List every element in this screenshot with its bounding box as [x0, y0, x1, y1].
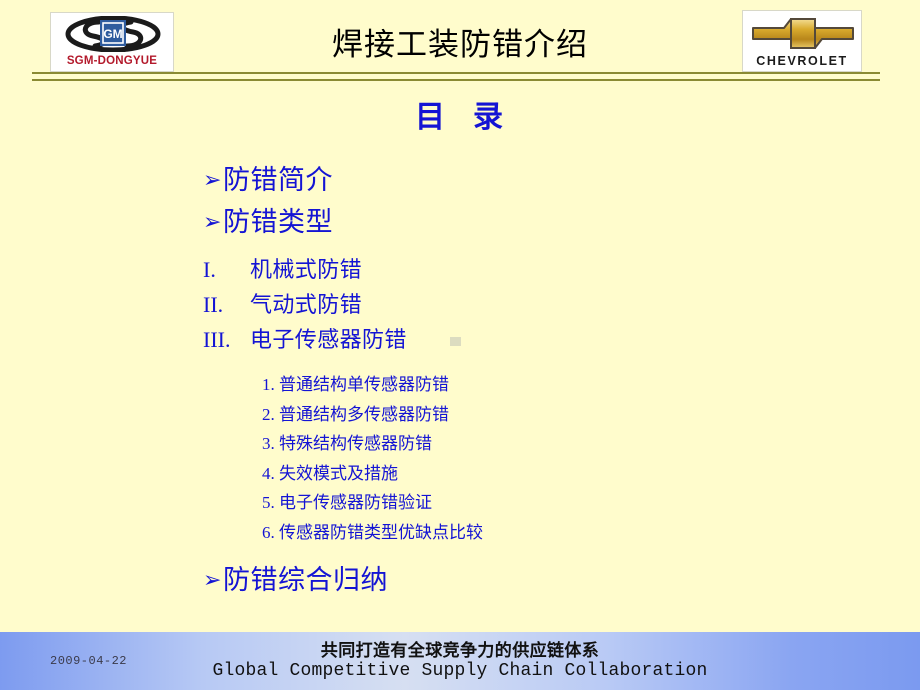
toc-subitem-label: 传感器防错类型优缺点比较: [279, 522, 483, 543]
toc-item-fangcuo-jianjie[interactable]: ➢防错简介: [0, 160, 920, 202]
toc-subitem-marker: 2.: [262, 404, 275, 424]
toc-heading-char-2: 录: [473, 100, 505, 135]
toc-subitem-label: 电子传感器防错验证: [279, 493, 432, 513]
toc-item-fangcuo-zonghe-guina[interactable]: ➢防错综合归纳: [0, 560, 920, 602]
sgm-dongyue-logo: GM SGM-DONGYUE: [50, 12, 174, 72]
toc-subitem-label: 普通结构多传感器防错: [279, 404, 449, 425]
header-divider-line-bottom: [32, 79, 880, 81]
arrow-bullet-icon: ➢: [203, 568, 222, 593]
footer-slogan-chinese: 共同打造有全球竞争力的供应链体系: [320, 641, 600, 661]
toc-item-label: 气动式防错: [250, 293, 363, 318]
toc-subitem-6[interactable]: 6. 传感器防错类型优缺点比较: [0, 518, 920, 548]
toc-subitem-marker: 3.: [262, 434, 275, 453]
chevrolet-bowtie-icon: [752, 18, 854, 49]
gm-swirl-icon: GM: [65, 16, 161, 52]
toc-item-label: 机械式防错: [250, 258, 363, 283]
toc-subitem-1[interactable]: 1. 普通结构单传感器防错: [0, 370, 920, 400]
toc-subitem-label: 失效模式及措施: [279, 463, 398, 484]
toc-spacer: [0, 547, 920, 560]
toc-subitem-5[interactable]: 5. 电子传感器防错验证: [0, 488, 920, 518]
arrow-bullet-icon: ➢: [203, 168, 222, 193]
toc-item-marker: I.: [203, 257, 216, 282]
presentation-slide: GM SGM-DONGYUE 焊接工装防错介绍 CHEVROLET 目 录 ➢防…: [0, 0, 920, 690]
toc-item-marker: III.: [203, 327, 231, 352]
slide-header: GM SGM-DONGYUE 焊接工装防错介绍 CHEVROLET: [0, 0, 920, 82]
toc-spacer: [0, 244, 920, 252]
chevrolet-logo-text: CHEVROLET: [756, 54, 848, 68]
arrow-bullet-icon: ➢: [203, 210, 222, 235]
slide-footer: 2009-04-22 共同打造有全球竞争力的供应链体系 Global Compe…: [0, 632, 920, 690]
toc-heading-char-1: 目: [415, 100, 447, 135]
sgm-dongyue-logo-text: SGM-DONGYUE: [66, 55, 158, 67]
toc-item-label: 防错简介: [223, 165, 333, 196]
footer-slogan-english: Global Competitive Supply Chain Collabor…: [212, 661, 708, 681]
toc-subitem-label: 普通结构单传感器防错: [279, 375, 449, 395]
toc-item-marker: II.: [203, 292, 224, 317]
toc-item-label: 防错类型: [223, 207, 333, 238]
toc-subitem-marker: 6.: [262, 522, 275, 542]
chevrolet-logo: CHEVROLET: [742, 10, 862, 72]
toc-item-label: 电子传感器防错: [250, 328, 407, 353]
toc-spacer: [0, 357, 920, 370]
svg-text:GM: GM: [103, 27, 122, 41]
table-of-contents: ➢防错简介 ➢防错类型 I. 机械式防错 II. 气动式防错 III. 电子传感器防错…: [0, 160, 920, 602]
toc-subitem-4[interactable]: 4. 失效模式及措施: [0, 459, 920, 489]
toc-subitem-2[interactable]: 2. 普通结构多传感器防错: [0, 400, 920, 430]
toc-subitem-marker: 4.: [262, 463, 275, 483]
toc-subitem-marker: 1.: [262, 375, 275, 394]
toc-item-label: 防错综合归纳: [223, 565, 388, 596]
toc-subitem-label: 特殊结构传感器防错: [279, 434, 432, 454]
page-title: 焊接工装防错介绍: [332, 27, 588, 63]
header-divider-line-top: [32, 72, 880, 74]
stray-artifact-mark: [450, 337, 461, 346]
toc-item-roman-ii[interactable]: II. 气动式防错: [0, 287, 920, 322]
toc-item-roman-i[interactable]: I. 机械式防错: [0, 252, 920, 287]
toc-subitem-3[interactable]: 3. 特殊结构传感器防错: [0, 429, 920, 459]
toc-heading: 目录: [0, 92, 920, 136]
toc-item-fangcuo-leixing[interactable]: ➢防错类型: [0, 202, 920, 244]
toc-subitem-marker: 5.: [262, 493, 275, 512]
